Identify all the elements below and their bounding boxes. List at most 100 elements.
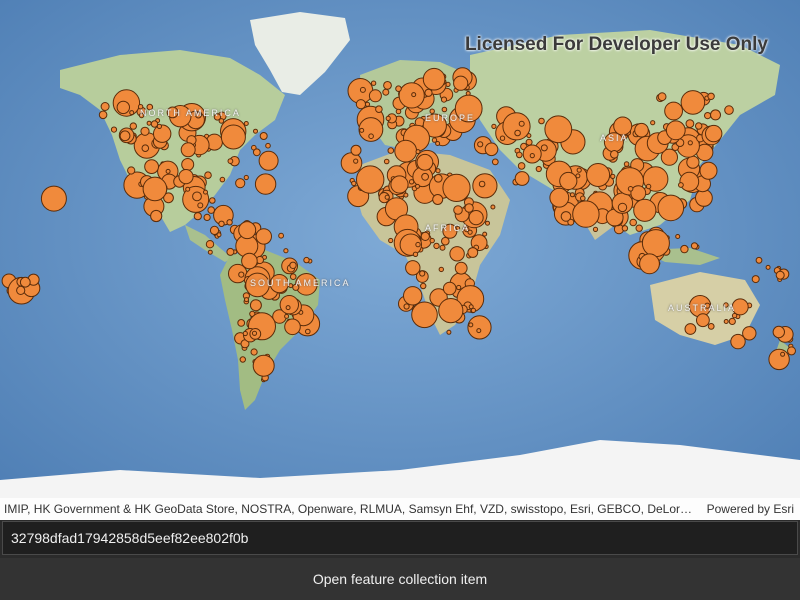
feature-marker[interactable] [559,171,578,191]
feature-marker[interactable] [627,186,634,192]
feature-marker[interactable] [218,220,225,228]
feature-marker[interactable] [249,299,262,312]
feature-marker[interactable] [243,121,249,126]
feature-marker[interactable] [442,173,471,202]
feature-marker[interactable] [100,102,110,111]
feature-marker[interactable] [415,241,421,248]
feature-marker[interactable] [340,152,363,174]
feature-marker[interactable] [178,169,194,185]
feature-marker[interactable] [633,198,657,222]
feature-marker[interactable] [350,144,362,156]
feature-marker[interactable] [384,194,390,200]
feature-marker[interactable] [383,81,392,90]
feature-marker[interactable] [242,330,248,337]
feature-marker[interactable] [705,124,723,143]
feature-marker[interactable] [220,124,246,150]
feature-marker[interactable] [305,328,311,335]
feature-marker[interactable] [441,106,448,113]
feature-marker[interactable] [704,112,712,120]
feature-marker[interactable] [592,226,599,232]
feature-marker[interactable] [216,232,222,238]
feature-marker[interactable] [476,328,482,334]
feature-marker[interactable] [478,180,486,188]
feature-marker[interactable] [303,256,310,264]
feature-marker[interactable] [98,110,108,120]
feature-marker[interactable] [144,159,160,175]
feature-marker[interactable] [259,132,268,140]
feature-marker[interactable] [204,171,212,179]
feature-marker[interactable] [544,115,573,144]
feature-marker[interactable] [356,165,385,194]
feature-marker[interactable] [549,187,570,208]
feature-marker[interactable] [755,256,763,264]
feature-marker[interactable] [467,247,479,258]
feature-marker[interactable] [438,266,444,273]
feature-marker[interactable] [499,135,506,141]
feature-marker[interactable] [207,249,213,255]
feature-marker[interactable] [227,158,234,165]
feature-marker[interactable] [127,166,136,175]
feature-marker[interactable] [491,123,497,130]
feature-marker[interactable] [621,225,629,232]
feature-marker[interactable] [382,88,390,96]
feature-marker[interactable] [219,176,226,183]
feature-marker[interactable] [707,323,715,330]
feature-marker[interactable] [383,158,390,165]
feature-marker[interactable] [390,175,409,194]
feature-marker[interactable] [421,172,430,181]
feature-marker[interactable] [415,183,420,189]
feature-marker[interactable] [368,133,374,139]
feature-marker[interactable] [411,92,417,98]
feature-marker[interactable] [424,88,433,97]
feature-marker[interactable] [420,282,427,290]
feature-marker[interactable] [411,301,438,329]
feature-marker[interactable] [484,142,499,157]
feature-marker[interactable] [650,120,656,126]
feature-marker[interactable] [695,122,703,130]
feature-marker[interactable] [464,203,474,213]
feature-marker[interactable] [780,351,786,357]
feature-marker[interactable] [696,313,710,328]
feature-marker[interactable] [150,209,163,223]
feature-marker[interactable] [375,105,383,113]
feature-marker[interactable] [278,232,285,239]
feature-marker[interactable] [403,303,410,310]
feature-marker[interactable] [289,261,297,269]
feature-marker[interactable] [629,218,638,227]
feature-marker[interactable] [730,333,746,350]
feature-marker[interactable] [514,171,530,186]
feature-marker[interactable] [731,312,738,319]
feature-marker[interactable] [765,264,771,270]
feature-marker[interactable] [440,96,448,103]
feature-marker[interactable] [359,86,366,93]
feature-marker[interactable] [359,127,365,133]
feature-marker[interactable] [657,92,667,102]
feature-marker[interactable] [610,150,619,159]
feature-marker[interactable] [438,298,464,324]
feature-marker[interactable] [181,158,195,171]
feature-marker[interactable] [684,323,697,335]
feature-marker[interactable] [419,270,426,277]
feature-marker[interactable] [351,180,357,187]
feature-marker[interactable] [19,276,31,288]
feature-marker[interactable] [724,105,734,115]
feature-marker[interactable] [617,202,628,213]
feature-marker[interactable] [456,284,462,291]
feature-marker[interactable] [468,210,484,226]
feature-marker[interactable] [237,319,246,327]
feature-marker[interactable] [435,168,441,174]
feature-marker[interactable] [416,153,434,171]
feature-marker[interactable] [252,148,261,157]
feature-marker[interactable] [634,122,649,138]
feature-marker[interactable] [226,247,235,256]
feature-marker[interactable] [491,158,499,166]
feature-marker[interactable] [490,204,496,210]
feature-marker[interactable] [485,220,490,226]
feature-marker[interactable] [253,128,258,134]
feature-marker[interactable] [477,141,484,148]
feature-marker[interactable] [153,124,172,143]
feature-marker[interactable] [442,281,457,296]
feature-marker[interactable] [434,174,443,183]
feature-marker[interactable] [569,192,575,198]
feature-marker[interactable] [431,137,438,143]
